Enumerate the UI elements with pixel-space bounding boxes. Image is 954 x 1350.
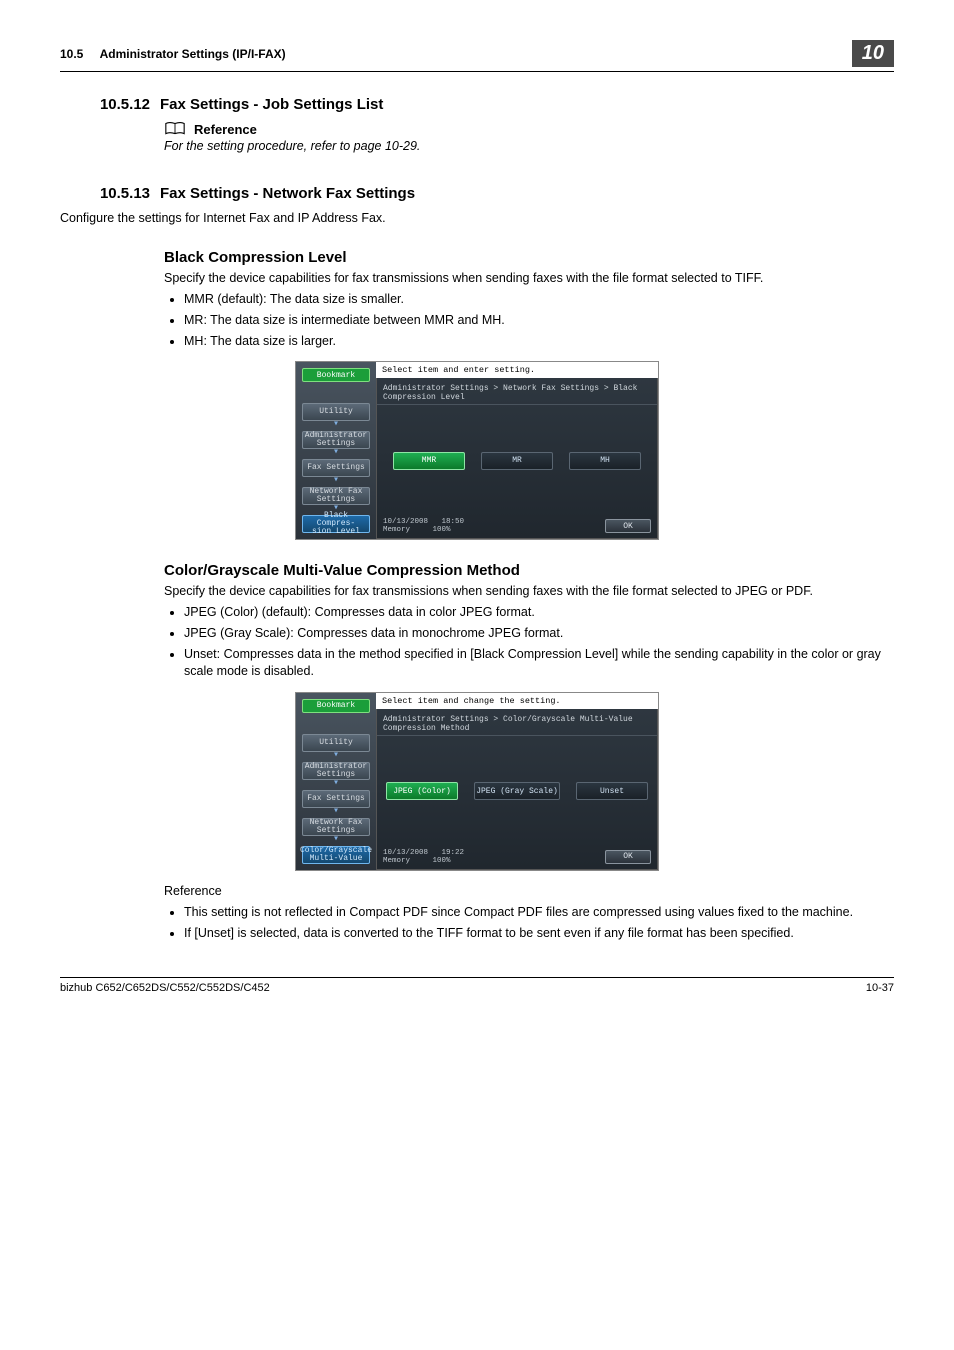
reference-icon [164,121,186,137]
section-10-5-13-title: 10.5.13 Fax Settings - Network Fax Setti… [60,185,894,202]
status-mem-val: 100% [433,857,451,865]
black-heading: Black Compression Level [164,249,894,266]
list-item: MR: The data size is intermediate betwee… [184,312,894,329]
breadcrumb: Administrator Settings > Color/Grayscale… [377,709,657,736]
chapter-badge: 10 [852,40,894,67]
section-heading: Fax Settings - Job Settings List [160,96,383,113]
chevron-down-icon: ▾ [333,809,339,815]
list-item: MMR (default): The data size is smaller. [184,291,894,308]
breadcrumb: Administrator Settings > Network Fax Set… [377,378,657,405]
chevron-down-icon: ▾ [333,478,339,484]
bookmark-tab[interactable]: Bookmark [302,699,370,713]
option-mh[interactable]: MH [569,452,641,470]
status-time: 18:50 [442,518,465,526]
nav-current[interactable]: Black Compres- sion Level [302,515,370,533]
status-date: 10/13/2008 [383,518,428,526]
chevron-down-icon: ▾ [333,837,339,843]
chevron-down-icon: ▾ [333,450,339,456]
status-left: 10/13/2008 18:50 Memory 100% [383,518,464,534]
color-list: JPEG (Color) (default): Compresses data … [164,604,894,680]
color-intro: Specify the device capabilities for fax … [164,583,894,600]
section-10-5-12-title: 10.5.12 Fax Settings - Job Settings List [60,96,894,113]
page-footer: bizhub C652/C652DS/C552/C552DS/C452 10-3… [60,977,894,994]
reference-row: Reference [164,121,894,137]
header-section-num: 10.5 [60,47,83,61]
option-mmr[interactable]: MMR [393,452,465,470]
list-item: MH: The data size is larger. [184,333,894,350]
header-section-title: Administrator Settings (IP/I-FAX) [100,47,286,61]
ref-label: Reference [164,883,894,900]
header-left: 10.5 Administrator Settings (IP/I-FAX) [60,47,286,61]
black-list: MMR (default): The data size is smaller.… [164,291,894,350]
ok-button[interactable]: OK [605,850,651,864]
list-item: Unset: Compresses data in the method spe… [184,646,894,680]
section-intro: Configure the settings for Internet Fax … [60,210,894,227]
list-item: JPEG (Color) (default): Compresses data … [184,604,894,621]
page-header: 10.5 Administrator Settings (IP/I-FAX) 1… [60,40,894,72]
reference-label: Reference [194,122,257,137]
screenshot-color-grayscale: Bookmark Utility ▾ Administrator Setting… [295,692,659,871]
option-unset[interactable]: Unset [576,782,648,800]
chevron-down-icon: ▾ [333,422,339,428]
status-mem-label: Memory [383,857,410,865]
section-heading: Fax Settings - Network Fax Settings [160,185,415,202]
ok-button[interactable]: OK [605,519,651,533]
nav-current[interactable]: Color/Grayscale Multi-Value [302,846,370,864]
screenshot-instruction: Select item and enter setting. [376,362,658,378]
option-jpeg-gray[interactable]: JPEG (Gray Scale) [474,782,560,800]
status-left: 10/13/2008 19:22 Memory 100% [383,849,464,865]
status-date: 10/13/2008 [383,849,428,857]
list-item: JPEG (Gray Scale): Compresses data in mo… [184,625,894,642]
list-item: If [Unset] is selected, data is converte… [184,925,894,942]
screenshot-instruction: Select item and change the setting. [376,693,658,709]
section-number: 10.5.12 [60,96,150,113]
ref-list: This setting is not reflected in Compact… [164,904,894,942]
bookmark-tab[interactable]: Bookmark [302,368,370,382]
screenshot-black-compression: Bookmark Utility ▾ Administrator Setting… [295,361,659,540]
chevron-down-icon: ▾ [333,781,339,787]
status-time: 19:22 [442,849,465,857]
black-intro: Specify the device capabilities for fax … [164,270,894,287]
status-mem-val: 100% [433,526,451,534]
list-item: This setting is not reflected in Compact… [184,904,894,921]
status-mem-label: Memory [383,526,410,534]
reference-text: For the setting procedure, refer to page… [164,139,894,153]
option-mr[interactable]: MR [481,452,553,470]
section-number: 10.5.13 [60,185,150,202]
option-jpeg-color[interactable]: JPEG (Color) [386,782,458,800]
color-heading: Color/Grayscale Multi-Value Compression … [164,562,894,579]
footer-left: bizhub C652/C652DS/C552/C552DS/C452 [60,982,270,994]
footer-right: 10-37 [866,982,894,994]
chevron-down-icon: ▾ [333,753,339,759]
